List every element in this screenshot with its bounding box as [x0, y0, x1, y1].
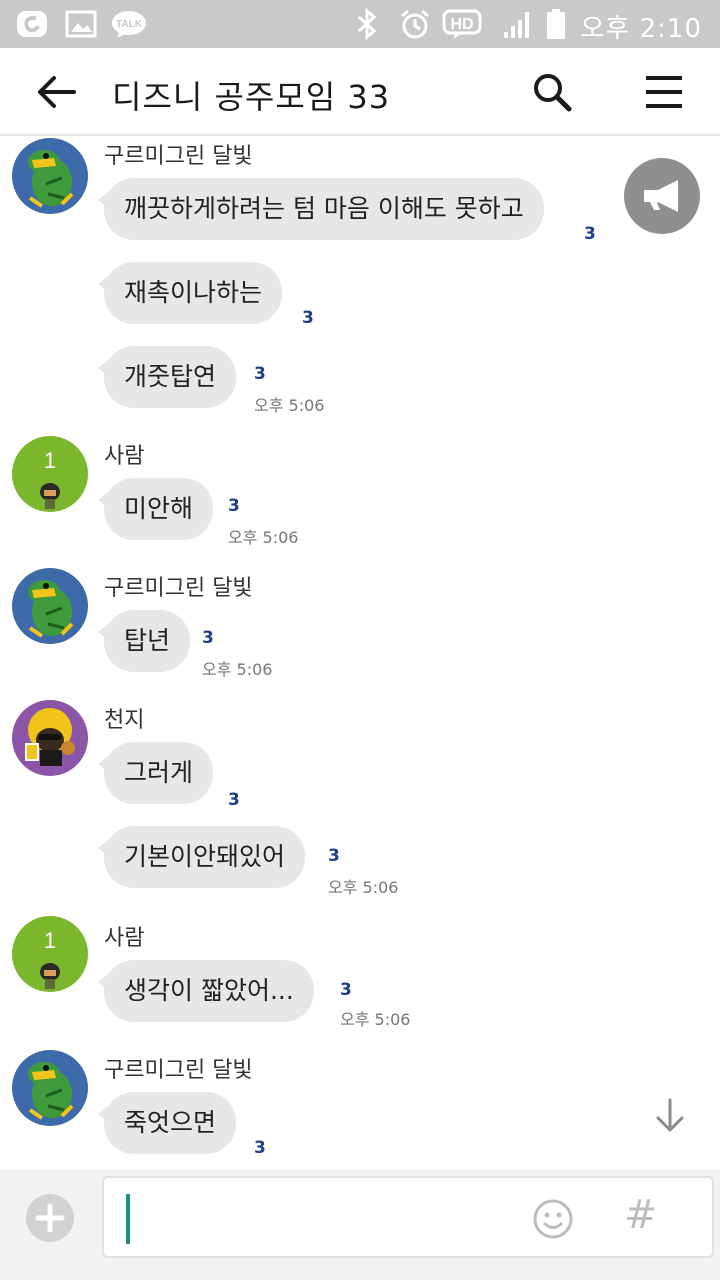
chat-room-title: 디즈니 공주모임 33: [112, 78, 391, 116]
sender-name: 구르미그린 달빛: [104, 144, 253, 169]
unread-count: 3: [254, 1138, 266, 1158]
unread-count: 3: [228, 496, 240, 516]
unread-count: 3: [328, 846, 340, 866]
attach-button[interactable]: [26, 1194, 74, 1242]
battery-icon: [547, 9, 565, 39]
avatar-badge: 1: [44, 448, 56, 473]
sender-name: 구르미그린 달빛: [104, 576, 253, 601]
bluetooth-icon: [357, 8, 377, 40]
message-input-bar: #: [0, 1170, 720, 1280]
unread-count: 3: [254, 364, 266, 384]
plus-icon: [35, 1203, 65, 1233]
sender-name: 천지: [104, 708, 145, 733]
message-time: 오후 5:06: [340, 1010, 411, 1029]
avatar-saram[interactable]: 1: [12, 916, 88, 992]
sender-name: 사람: [104, 444, 145, 469]
avatar-gurumi[interactable]: [12, 138, 88, 214]
unread-count: 3: [202, 628, 214, 648]
talk-badge-label: TALK: [116, 19, 143, 30]
emoticon-icon[interactable]: [532, 1198, 574, 1240]
search-icon[interactable]: [530, 70, 574, 114]
gallery-icon: [65, 10, 97, 38]
avatar-gurumi[interactable]: [12, 568, 88, 644]
avatar-badge: 1: [44, 928, 56, 953]
message-bubble[interactable]: 기본이안돼있어: [97, 826, 306, 888]
dragon-character-icon: [28, 580, 74, 638]
sender-name: 사람: [104, 926, 145, 951]
message-time: 오후 5:06: [254, 396, 325, 415]
back-arrow-icon[interactable]: [34, 70, 78, 114]
status-time: 오후 2:10: [580, 14, 702, 44]
character-icon: 1: [40, 928, 60, 989]
message-bubble[interactable]: 개줏탑연: [97, 346, 237, 408]
message-time: 오후 5:06: [228, 528, 299, 547]
sender-name: 구르미그린 달빛: [104, 1058, 253, 1083]
avatar-cheonji[interactable]: [12, 700, 88, 776]
message-time: 오후 5:06: [202, 660, 273, 679]
text-cursor: [126, 1194, 130, 1244]
alarm-icon: [401, 9, 429, 39]
message-bubble[interactable]: 깨끗하게하려는 텀 마음 이해도 못하고: [98, 178, 544, 240]
message-time: 오후 5:06: [328, 878, 399, 897]
message-bubble[interactable]: 그러게: [97, 742, 214, 804]
avatar-gurumi[interactable]: [12, 1050, 88, 1126]
talk-icon: TALK: [112, 11, 146, 38]
unread-count: 3: [584, 224, 596, 244]
message-bubble[interactable]: 미안해: [97, 478, 214, 540]
hd-badge-label: HD: [450, 16, 473, 33]
unread-count: 3: [340, 980, 352, 1000]
olleh-icon: [17, 11, 47, 37]
character-icon: 1: [40, 448, 60, 509]
hd-voice-icon: HD: [442, 9, 482, 39]
signal-icon: [504, 12, 529, 38]
afro-character-icon: [25, 708, 75, 766]
hash-search-button[interactable]: #: [624, 1192, 658, 1238]
message-bubble[interactable]: 죽엇으면: [97, 1092, 237, 1154]
notice-button[interactable]: [624, 158, 700, 234]
status-bar: TALK HD 오후 2:10: [0, 0, 720, 48]
chat-header: 디즈니 공주모임 33: [0, 48, 720, 136]
message-bubble[interactable]: 탑년: [97, 610, 191, 672]
message-input[interactable]: #: [102, 1176, 714, 1258]
dragon-character-icon: [28, 1062, 74, 1120]
unread-count: 3: [302, 308, 314, 328]
arrow-down-icon[interactable]: [652, 1096, 688, 1136]
unread-count: 3: [228, 790, 240, 810]
message-list[interactable]: 구르미그린 달빛 깨끗하게하려는 텀 마음 이해도 못하고 3 재촉이나하는 3…: [0, 138, 720, 1170]
message-bubble[interactable]: 재촉이나하는: [97, 262, 283, 324]
megaphone-icon: [644, 180, 678, 212]
message-bubble[interactable]: 생각이 짧았어...: [98, 960, 314, 1022]
hamburger-menu-icon[interactable]: [642, 72, 686, 112]
avatar-saram[interactable]: 1: [12, 436, 88, 512]
dragon-character-icon: [28, 150, 74, 208]
